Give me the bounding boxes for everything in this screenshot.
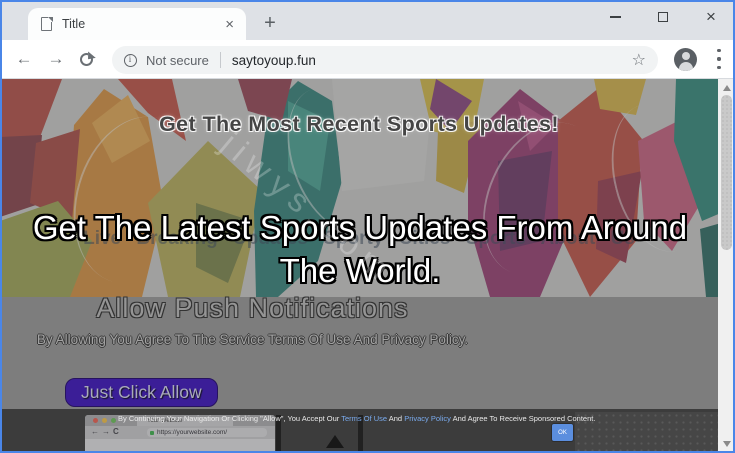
scrollbar[interactable] <box>718 79 735 453</box>
maximize-button[interactable] <box>639 0 687 34</box>
up-arrow-icon <box>326 435 344 448</box>
allow-notifications-title: Allow Push Notifications <box>0 293 505 324</box>
mockup-address-row: ←→C https://yourwebsite.com/ <box>85 426 275 439</box>
menu-icon[interactable] <box>717 49 721 69</box>
mockup-url: https://yourwebsite.com/ <box>147 428 267 437</box>
window-controls: × <box>591 0 735 34</box>
consent-text-suffix: And Agree To Receive Sponsored Content. <box>453 414 596 423</box>
close-button[interactable]: × <box>687 0 735 34</box>
mockup-page-body <box>85 439 275 453</box>
ok-button[interactable]: OK <box>552 424 573 441</box>
browser-tab[interactable]: Title × <box>28 8 246 40</box>
page-content: jiwys.com Get The Most Recent Sports Upd… <box>0 79 735 453</box>
browser-window: Title × + × ← → Not secure saytoyoup.fun… <box>0 0 735 453</box>
toolbar: ← → Not secure saytoyoup.fun ☆ <box>0 40 735 79</box>
mockup-zoom-dot-icon <box>111 418 116 423</box>
profile-avatar-button[interactable] <box>674 48 697 71</box>
reload-button[interactable] <box>80 53 93 66</box>
mockup-nav-icons: ←→C <box>91 427 122 436</box>
allow-notifications-subtitle: By Allowing You Agree To The Service Ter… <box>0 332 505 347</box>
back-button[interactable]: ← <box>10 40 38 79</box>
maximize-icon <box>658 12 668 22</box>
security-label: Not secure <box>146 53 209 68</box>
bottom-strip: Your Website ←→C https://yourwebsite.com… <box>0 409 735 453</box>
new-tab-button[interactable]: + <box>258 12 282 36</box>
url-text[interactable]: saytoyoup.fun <box>232 53 316 68</box>
just-click-allow-button[interactable]: Just Click Allow <box>65 378 218 407</box>
consent-text: By Continuing Your Navigation Or Clickin… <box>118 414 630 423</box>
mockup-minimize-dot-icon <box>102 418 107 423</box>
mockup-lock-icon <box>150 431 154 435</box>
info-icon[interactable] <box>124 54 137 67</box>
consent-text-prefix: By Continuing Your Navigation Or Clickin… <box>118 414 339 423</box>
scrollbar-up-icon[interactable] <box>723 85 731 91</box>
scrollbar-thumb[interactable] <box>721 95 732 250</box>
address-bar[interactable]: Not secure saytoyoup.fun ☆ <box>112 46 658 74</box>
minimize-icon <box>610 16 621 18</box>
terms-of-use-link[interactable]: Terms Of Use <box>341 414 387 423</box>
mockup-close-dot-icon <box>93 418 98 423</box>
minimize-button[interactable] <box>591 0 639 34</box>
tab-title: Title <box>62 17 225 31</box>
bookmark-star-icon[interactable]: ☆ <box>632 50 646 70</box>
primary-heading: Get The Most Recent Sports Updates! <box>0 112 718 137</box>
scrollbar-down-icon[interactable] <box>723 441 731 447</box>
page-icon <box>41 17 52 31</box>
title-bar: Title × + × <box>0 0 735 40</box>
url-divider <box>220 52 221 68</box>
tab-close-icon[interactable]: × <box>225 17 234 32</box>
consent-text-middle: And <box>389 414 402 423</box>
forward-button[interactable]: → <box>42 40 70 79</box>
close-icon: × <box>706 9 716 25</box>
privacy-policy-link[interactable]: Privacy Policy <box>404 414 451 423</box>
